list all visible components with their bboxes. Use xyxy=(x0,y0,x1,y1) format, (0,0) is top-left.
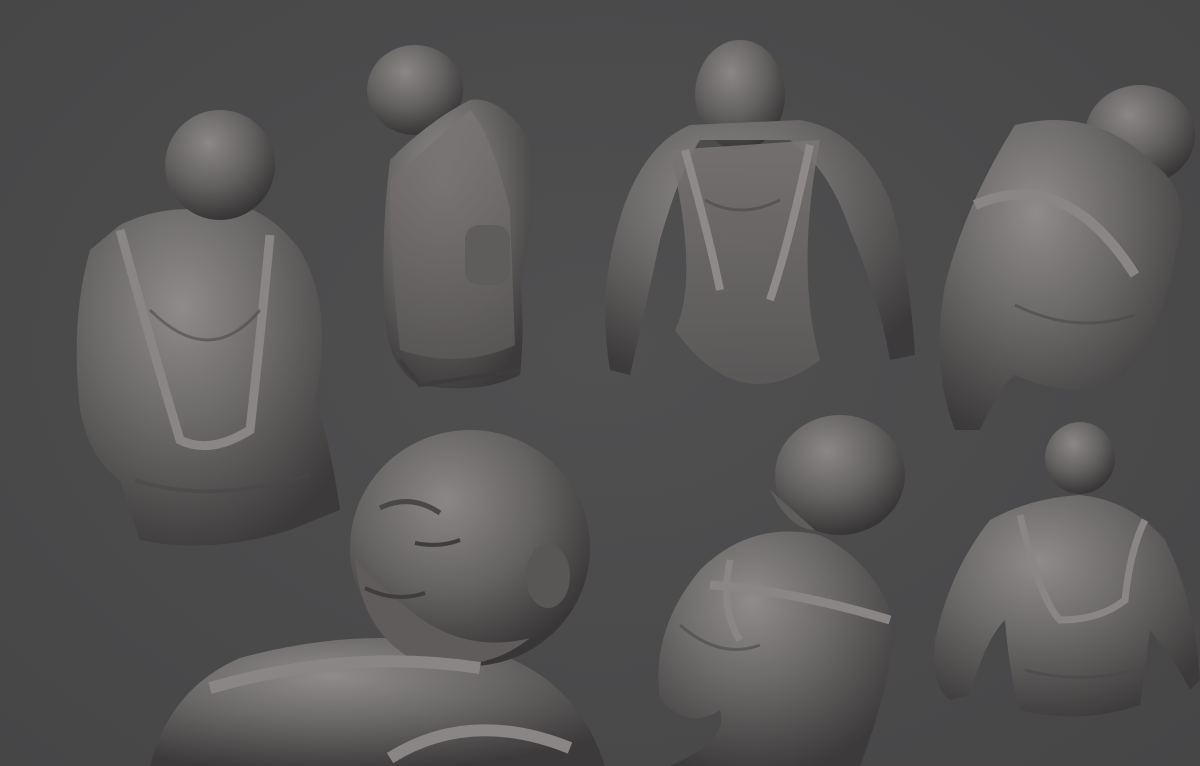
figure-top-icon xyxy=(939,85,1195,430)
viewport-canvas xyxy=(0,0,1200,766)
sculpt-face-closeup xyxy=(150,428,610,766)
sculpt-front-view xyxy=(590,40,920,410)
figure-front-icon xyxy=(605,40,915,384)
sculpt-side-profile xyxy=(640,410,910,766)
figure-face-icon xyxy=(150,430,605,766)
sculpt-three-quarter-tilted xyxy=(360,40,550,400)
figure-back-icon xyxy=(934,422,1200,717)
sculpt-top-back-view xyxy=(925,85,1200,435)
figure-side-icon xyxy=(367,45,534,389)
figure-profile-icon xyxy=(658,415,905,766)
sculpt-back-view-right xyxy=(930,420,1200,730)
